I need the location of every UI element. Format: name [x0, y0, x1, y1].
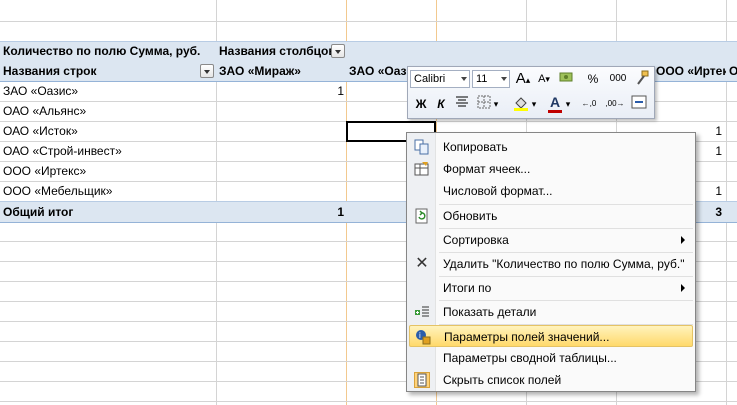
chevron-down-icon[interactable]: ▾	[564, 95, 572, 113]
menu-item-copy[interactable]: Копировать	[409, 136, 693, 158]
menu-item-format-cells[interactable]: Формат ячеек...	[409, 158, 693, 180]
menu-item-label: Скрыть список полей	[443, 373, 562, 387]
chevron-down-icon[interactable]: ▾	[492, 95, 500, 113]
menu-item-pivot-options[interactable]: Параметры сводной таблицы...	[409, 347, 693, 369]
row-value[interactable]: 1	[218, 81, 344, 101]
row-value[interactable]	[218, 121, 344, 141]
column-header-right[interactable]: ООО «Иртекс»	[656, 61, 726, 81]
menu-item-label: Удалить "Количество по полю Сумма, руб."	[443, 257, 685, 271]
row-value[interactable]	[218, 101, 344, 121]
chevron-down-icon	[461, 77, 467, 81]
font-size-value: 11	[476, 73, 488, 85]
accounting-format-icon[interactable]	[556, 70, 578, 88]
font-size-box[interactable]: 11	[472, 70, 510, 88]
row-label[interactable]: ООО «Мебельщик»	[3, 181, 213, 201]
field-settings-icon: i	[415, 329, 431, 345]
format-cells-icon	[414, 161, 430, 177]
percent-style-button[interactable]: %	[584, 70, 602, 88]
context-menu: Копировать Формат ячеек... Числовой форм…	[406, 132, 696, 392]
show-details-icon	[414, 304, 430, 320]
row-value[interactable]	[218, 181, 344, 201]
grand-total-value[interactable]: 1	[218, 202, 344, 222]
row-value[interactable]	[218, 161, 344, 181]
column-header-2[interactable]: ЗАО «Оазис»	[349, 61, 407, 81]
menu-item-label: Сортировка	[443, 233, 509, 247]
menu-item-refresh[interactable]: Обновить	[409, 205, 693, 227]
menu-item-label: Копировать	[443, 140, 508, 154]
row-label[interactable]: ЗАО «Оазис»	[3, 81, 213, 101]
field-list-icon	[414, 372, 430, 388]
column-labels-header[interactable]: Названия столбцов	[219, 41, 333, 61]
chevron-down-icon[interactable]: ▾	[530, 95, 538, 113]
menu-item-label: Показать детали	[443, 305, 537, 319]
font-name-box[interactable]: Calibri	[410, 70, 470, 88]
shrink-font-icon[interactable]: A▾	[535, 70, 553, 88]
menu-item-number-format[interactable]: Числовой формат...	[409, 180, 693, 202]
menu-item-label: Формат ячеек...	[443, 162, 531, 176]
decrease-decimal-button[interactable]: ,00→	[603, 95, 627, 113]
row-divider	[0, 401, 737, 402]
submenu-arrow-icon	[681, 236, 685, 244]
mini-toolbar: Calibri 11 A▴ A▾ % 000 Ж К ▾ ▾ A ▾ ←,0 ,…	[407, 66, 655, 119]
fill-color-icon[interactable]	[512, 95, 530, 113]
close-icon: ✕	[415, 255, 429, 272]
menu-item-label: Параметры полей значений...	[444, 330, 610, 344]
column-filter-dropdown[interactable]	[331, 44, 345, 58]
refresh-icon	[414, 208, 430, 224]
borders-icon[interactable]	[475, 95, 493, 113]
font-color-swatch	[548, 110, 562, 113]
font-color-icon[interactable]: A	[546, 93, 564, 113]
menu-item-label: Обновить	[443, 209, 498, 223]
submenu-arrow-icon	[681, 284, 685, 292]
grand-total-label[interactable]: Общий итог	[3, 202, 213, 222]
menu-item-value-field-settings[interactable]: i Параметры полей значений...	[409, 325, 693, 347]
menu-item-label: Итоги по	[443, 281, 492, 295]
column-header-right-2[interactable]: О	[729, 61, 737, 81]
row-label[interactable]: ОАО «Строй-инвест»	[3, 141, 213, 161]
menu-item-show-details[interactable]: Показать детали	[409, 301, 693, 323]
menu-item-delete[interactable]: ✕ Удалить "Количество по полю Сумма, руб…	[409, 253, 693, 275]
row-labels-header[interactable]: Названия строк	[3, 61, 198, 81]
row-label[interactable]: ООО «Иртекс»	[3, 161, 213, 181]
row-value[interactable]	[218, 141, 344, 161]
menu-item-totals-by[interactable]: Итоги по	[409, 277, 693, 299]
row-divider	[0, 21, 737, 22]
bold-button[interactable]: Ж	[412, 95, 430, 113]
chevron-down-icon	[501, 77, 507, 81]
menu-item-hide-field-list[interactable]: Скрыть список полей	[409, 369, 693, 391]
svg-text:i: i	[419, 331, 421, 340]
row-label[interactable]: ОАО «Исток»	[3, 121, 213, 141]
italic-button[interactable]: К	[432, 95, 450, 113]
row-filter-dropdown[interactable]	[200, 64, 214, 78]
menu-item-label: Числовой формат...	[443, 184, 553, 198]
format-painter-icon[interactable]	[633, 70, 651, 88]
copy-icon	[414, 139, 430, 155]
font-name-value: Calibri	[414, 73, 446, 85]
column-header-1[interactable]: ЗАО «Мираж»	[219, 61, 345, 81]
merge-center-icon[interactable]	[630, 95, 648, 113]
menu-item-label: Параметры сводной таблицы...	[443, 351, 617, 365]
menu-item-sort[interactable]: Сортировка	[409, 229, 693, 251]
grow-font-icon[interactable]: A▴	[514, 70, 532, 88]
increase-decimal-button[interactable]: ←,0	[578, 95, 600, 113]
align-center-icon[interactable]	[453, 95, 471, 113]
row-label[interactable]: ОАО «Альянс»	[3, 101, 213, 121]
comma-style-button[interactable]: 000	[606, 70, 630, 88]
